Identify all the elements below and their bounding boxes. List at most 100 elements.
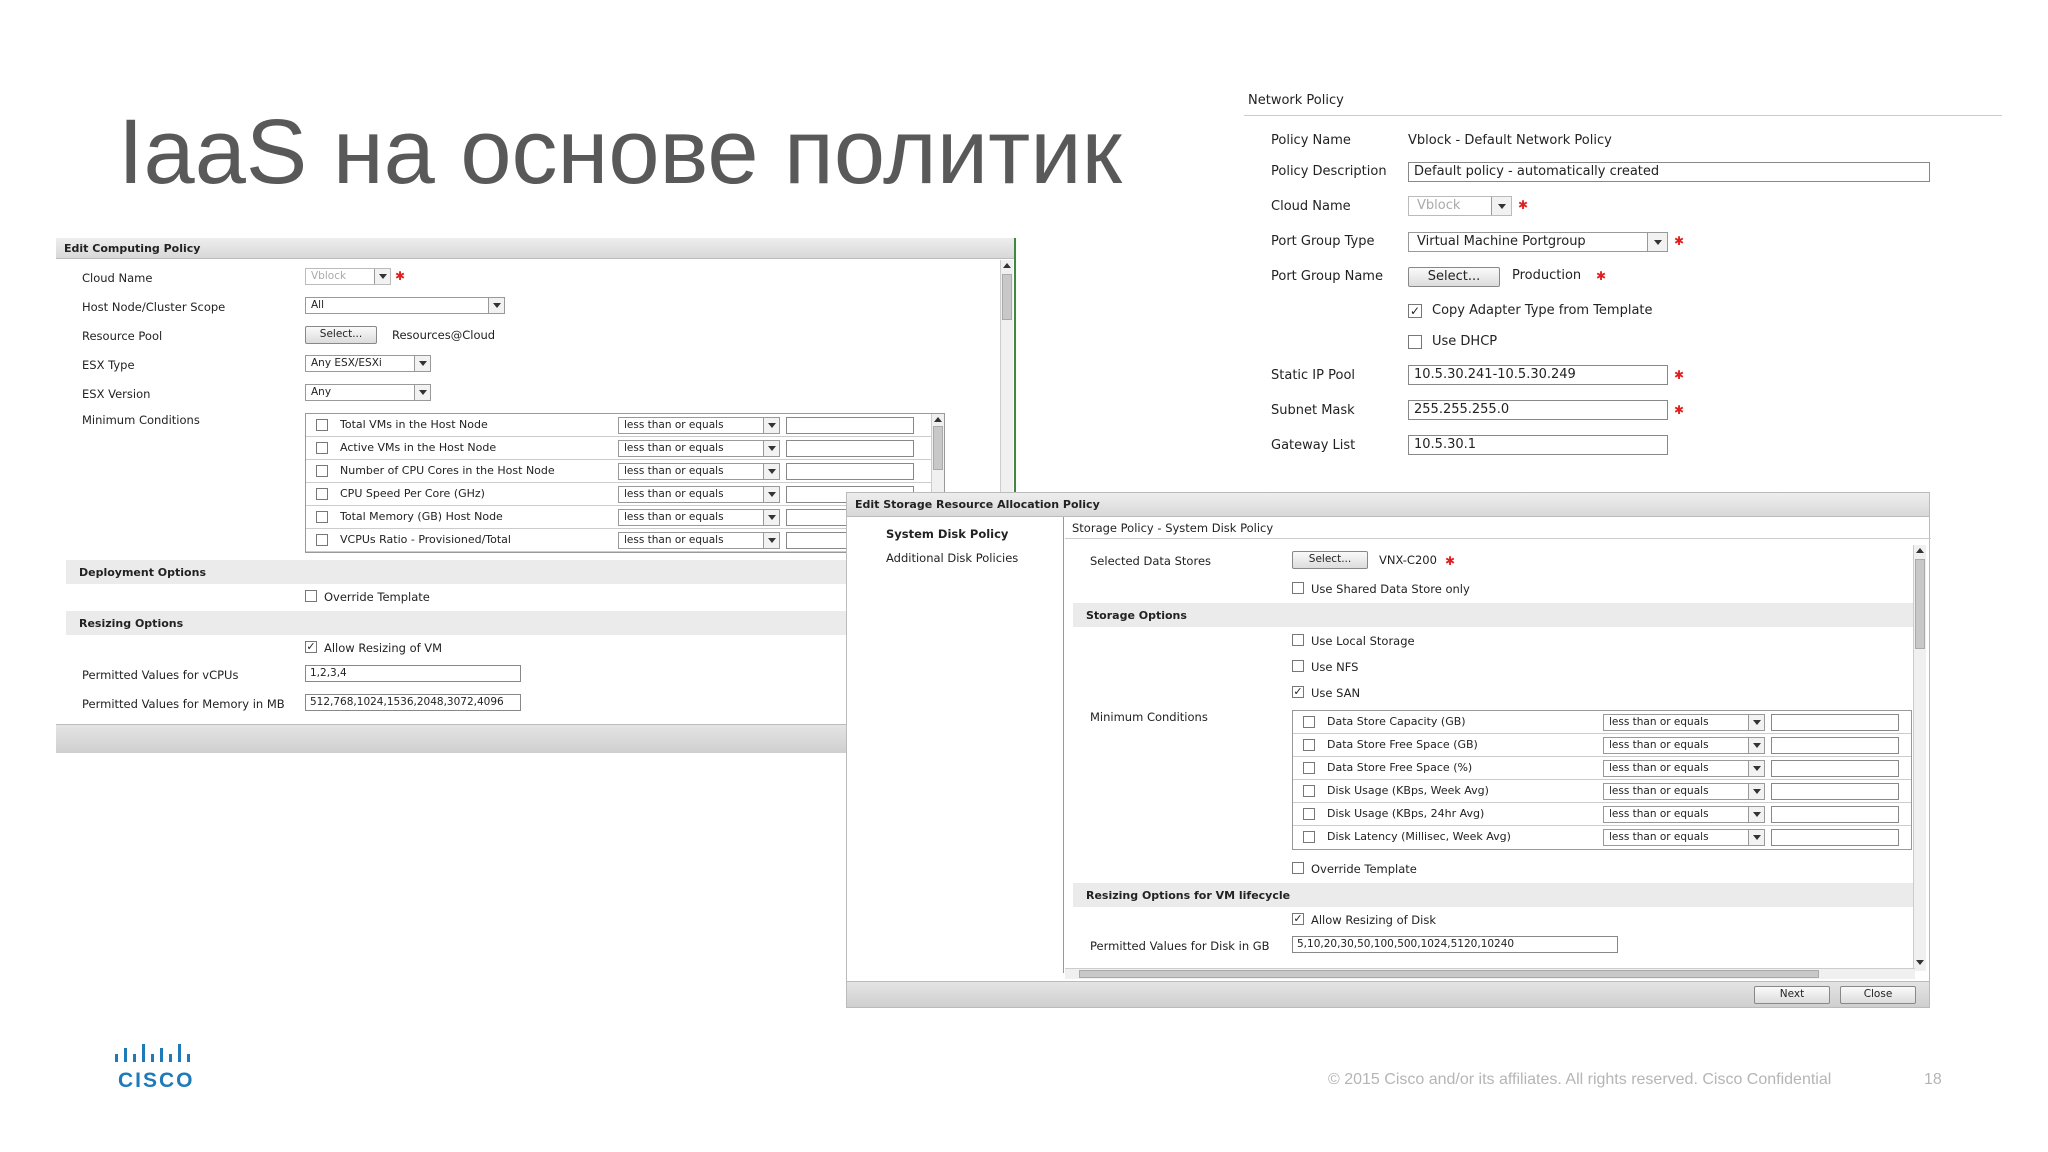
condition-operator-select[interactable]: less than or equals: [1603, 783, 1765, 800]
condition-value-input[interactable]: [786, 463, 914, 480]
condition-operator-select[interactable]: less than or equals: [618, 417, 780, 434]
port-group-type-select[interactable]: Virtual Machine Portgroup: [1408, 232, 1668, 252]
scroll-thumb[interactable]: [1002, 274, 1012, 320]
use-dhcp-checkbox[interactable]: [1408, 335, 1422, 349]
data-stores-select-button[interactable]: Select...: [1292, 551, 1368, 569]
scroll-up-icon[interactable]: [1914, 545, 1926, 557]
condition-value-input[interactable]: [1771, 806, 1899, 823]
use-san-checkbox[interactable]: ✓: [1292, 686, 1304, 698]
storage-policy-scrollbar[interactable]: [1913, 545, 1926, 971]
required-marker-icon: ✱: [1674, 403, 1685, 417]
nav-item-system-disk-policy[interactable]: System Disk Policy: [886, 527, 1008, 541]
cloud-name-select[interactable]: Vblock: [1408, 196, 1512, 216]
esx-version-select[interactable]: Any: [305, 384, 431, 401]
required-marker-icon: ✱: [395, 269, 406, 283]
table-row: Data Store Capacity (GB) less than or eq…: [1293, 711, 1911, 734]
use-local-checkbox[interactable]: [1292, 634, 1304, 646]
condition-operator-select[interactable]: less than or equals: [618, 532, 780, 549]
memory-input[interactable]: 512,768,1024,1536,2048,3072,4096: [305, 694, 521, 711]
policy-desc-input[interactable]: Default policy - automatically created: [1408, 162, 1930, 182]
condition-checkbox[interactable]: [1303, 716, 1315, 728]
scroll-up-icon[interactable]: [932, 414, 944, 426]
condition-checkbox[interactable]: [1303, 739, 1315, 751]
condition-label: Data Store Free Space (GB): [1327, 738, 1478, 751]
allow-resizing-checkbox[interactable]: ✓: [305, 641, 317, 653]
close-button[interactable]: Close: [1840, 986, 1916, 1004]
condition-operator-select[interactable]: less than or equals: [618, 486, 780, 503]
condition-checkbox[interactable]: [316, 488, 328, 500]
condition-operator-select[interactable]: less than or equals: [1603, 737, 1765, 754]
port-group-name-label: Port Group Name: [1271, 269, 1383, 284]
condition-checkbox[interactable]: [1303, 785, 1315, 797]
scroll-thumb[interactable]: [933, 426, 943, 470]
resource-pool-select-button[interactable]: Select...: [305, 326, 377, 344]
storage-breadcrumb: Storage Policy - System Disk Policy: [1072, 521, 1274, 535]
copy-adapter-checkbox[interactable]: ✓: [1408, 304, 1422, 318]
policy-name-value: Vblock - Default Network Policy: [1408, 133, 1612, 148]
scroll-thumb[interactable]: [1079, 970, 1819, 978]
condition-operator-select[interactable]: less than or equals: [1603, 760, 1765, 777]
condition-operator-select[interactable]: less than or equals: [618, 440, 780, 457]
condition-checkbox[interactable]: [1303, 831, 1315, 843]
condition-checkbox[interactable]: [1303, 808, 1315, 820]
scroll-up-icon[interactable]: [1001, 260, 1013, 272]
condition-value-input[interactable]: [786, 440, 914, 457]
condition-label: Total VMs in the Host Node: [340, 418, 488, 431]
table-row: Data Store Free Space (GB) less than or …: [1293, 734, 1911, 757]
condition-label: Data Store Capacity (GB): [1327, 715, 1466, 728]
use-nfs-checkbox[interactable]: [1292, 660, 1304, 672]
condition-checkbox[interactable]: [316, 465, 328, 477]
port-group-select-button[interactable]: Select...: [1408, 267, 1500, 287]
required-marker-icon: ✱: [1596, 269, 1607, 283]
condition-operator-select[interactable]: less than or equals: [618, 463, 780, 480]
network-policy-window: Network Policy Policy Name Vblock - Defa…: [1244, 88, 2004, 488]
host-scope-select[interactable]: All: [305, 297, 505, 314]
override-template-checkbox[interactable]: [1292, 862, 1304, 874]
condition-checkbox[interactable]: [316, 534, 328, 546]
allow-resizing-disk-label: Allow Resizing of Disk: [1311, 913, 1437, 927]
shared-only-checkbox[interactable]: [1292, 582, 1304, 594]
subnet-mask-input[interactable]: 255.255.255.0: [1408, 400, 1668, 420]
condition-label: Data Store Free Space (%): [1327, 761, 1473, 774]
chevron-down-icon: [763, 441, 779, 456]
chevron-down-icon: [763, 487, 779, 502]
condition-operator-select[interactable]: less than or equals: [618, 509, 780, 526]
vcpus-input[interactable]: 1,2,3,4: [305, 665, 521, 682]
condition-operator-select[interactable]: less than or equals: [1603, 714, 1765, 731]
required-marker-icon: ✱: [1674, 368, 1685, 382]
condition-operator-select[interactable]: less than or equals: [1603, 829, 1765, 846]
condition-value-input[interactable]: [1771, 714, 1899, 731]
condition-value-input[interactable]: [1771, 829, 1899, 846]
chevron-down-icon: [374, 269, 390, 284]
condition-value-input[interactable]: [1771, 783, 1899, 800]
footer-copyright: © 2015 Cisco and/or its affiliates. All …: [1328, 1071, 1832, 1088]
condition-checkbox[interactable]: [1303, 762, 1315, 774]
table-row: Active VMs in the Host Node less than or…: [306, 437, 944, 460]
condition-checkbox[interactable]: [316, 442, 328, 454]
storage-policy-hscrollbar[interactable]: [1065, 968, 1915, 979]
next-button[interactable]: Next: [1754, 986, 1830, 1004]
nav-item-additional-disk-policies[interactable]: Additional Disk Policies: [886, 551, 1018, 565]
chevron-down-icon: [763, 464, 779, 479]
override-template-checkbox[interactable]: [305, 590, 317, 602]
vcpus-label: Permitted Values for vCPUs: [82, 668, 239, 682]
condition-checkbox[interactable]: [316, 511, 328, 523]
condition-label: Disk Usage (KBps, 24hr Avg): [1327, 807, 1485, 820]
condition-checkbox[interactable]: [316, 419, 328, 431]
allow-resizing-disk-checkbox[interactable]: ✓: [1292, 913, 1304, 925]
scroll-down-icon[interactable]: [1914, 957, 1926, 969]
cloud-name-label: Cloud Name: [1271, 199, 1351, 214]
required-marker-icon: ✱: [1518, 198, 1529, 212]
cloud-name-select[interactable]: Vblock: [305, 268, 391, 285]
static-ip-input[interactable]: 10.5.30.241-10.5.30.249: [1408, 365, 1668, 385]
condition-value-input[interactable]: [1771, 737, 1899, 754]
gateway-list-input[interactable]: 10.5.30.1: [1408, 435, 1668, 455]
condition-value-input[interactable]: [1771, 760, 1899, 777]
condition-value-input[interactable]: [786, 417, 914, 434]
disk-values-input[interactable]: 5,10,20,30,50,100,500,1024,5120,10240: [1292, 936, 1618, 953]
condition-operator-select[interactable]: less than or equals: [1603, 806, 1765, 823]
static-ip-label: Static IP Pool: [1271, 368, 1356, 383]
esx-type-select[interactable]: Any ESX/ESXi: [305, 355, 431, 372]
scroll-thumb[interactable]: [1915, 559, 1925, 649]
table-row: Disk Usage (KBps, Week Avg) less than or…: [1293, 780, 1911, 803]
